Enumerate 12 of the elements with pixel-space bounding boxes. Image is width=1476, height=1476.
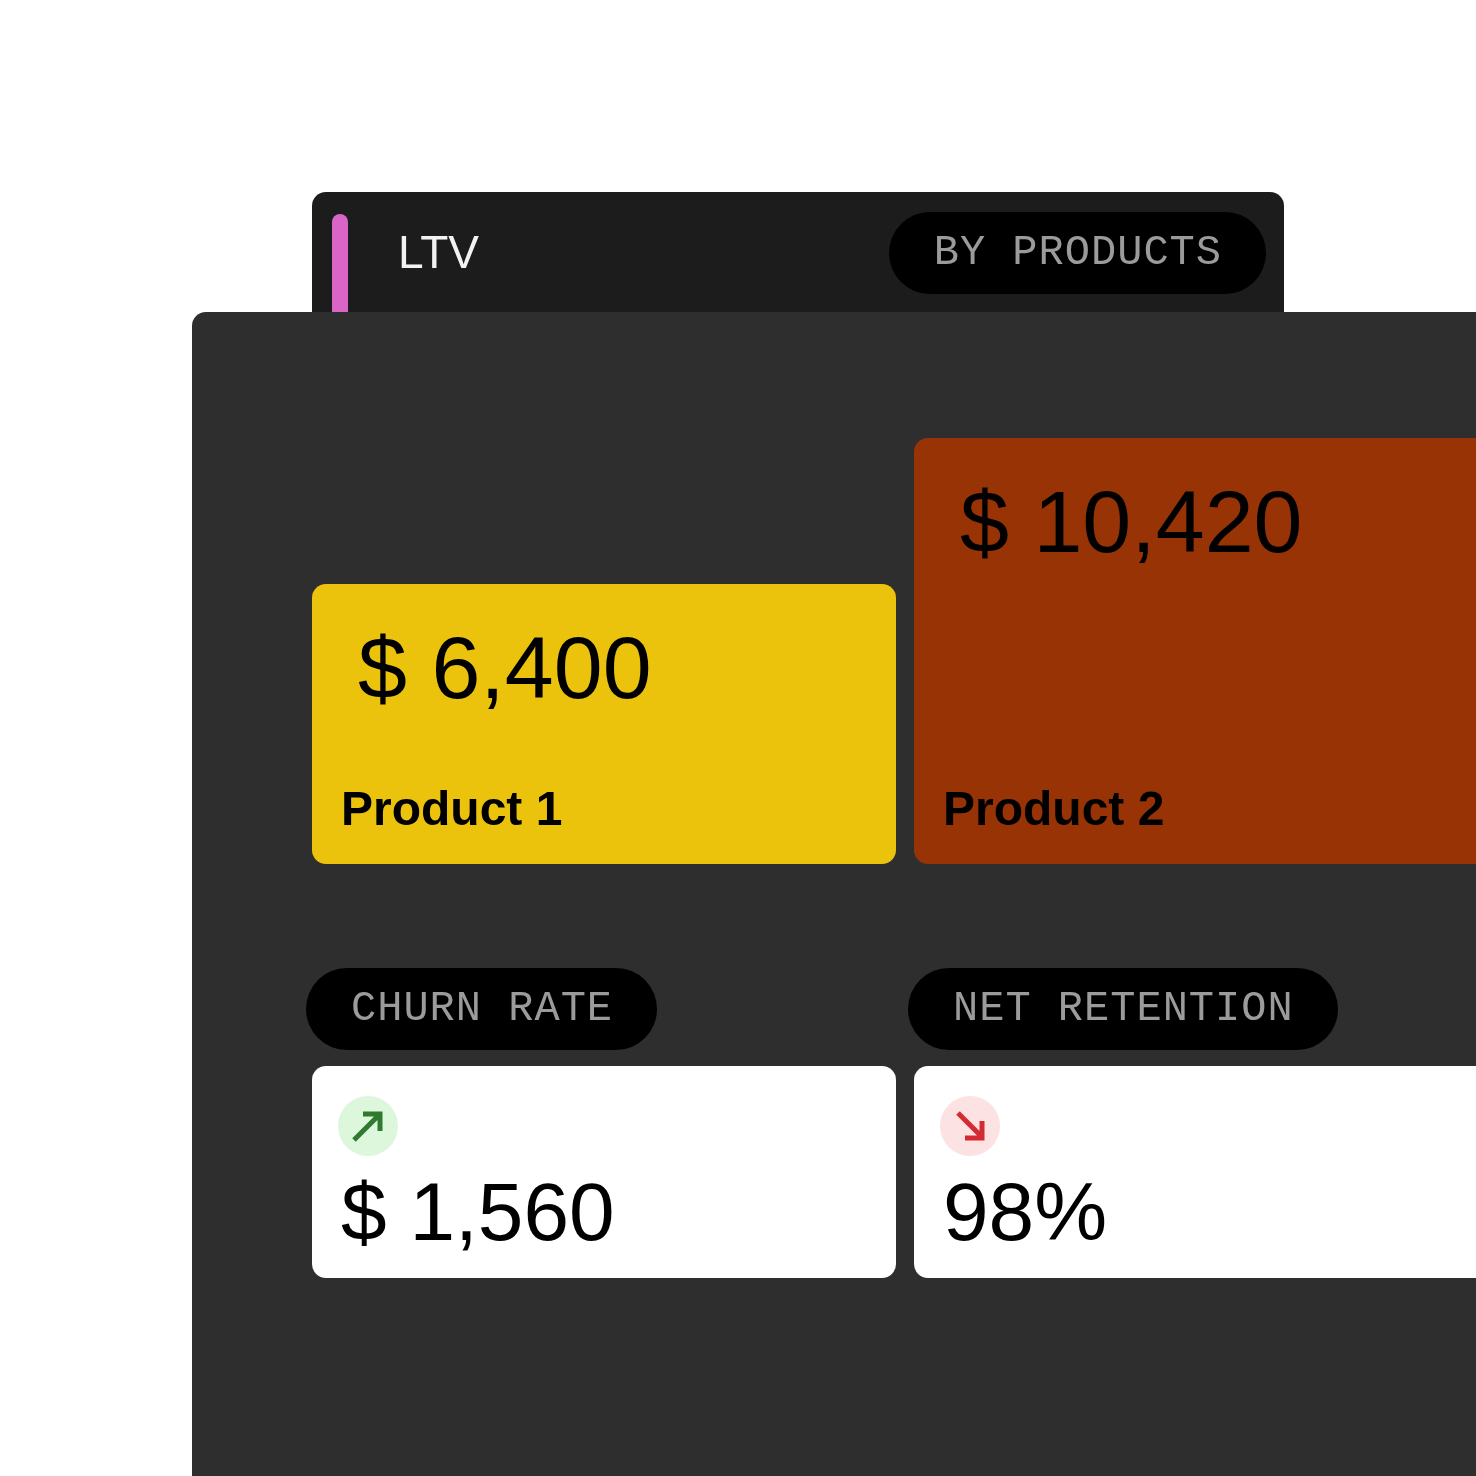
metric-value: $ 1,560 [341,1171,615,1253]
metric-label: CHURN RATE [306,968,658,1050]
metric-label: NET RETENTION [908,968,1338,1050]
arrow-up-right-icon [338,1096,398,1156]
metric-value: 98% [943,1171,1108,1253]
panel-title: LTV [398,229,479,275]
arrow-down-right-icon [940,1096,1000,1156]
product-value: $ 10,420 [960,478,1303,566]
product-name: Product 2 [943,785,1165,833]
filter-tag: BY PRODUCTS [888,212,1266,294]
product-value: $ 6,400 [358,624,652,712]
product-name: Product 1 [341,785,563,833]
